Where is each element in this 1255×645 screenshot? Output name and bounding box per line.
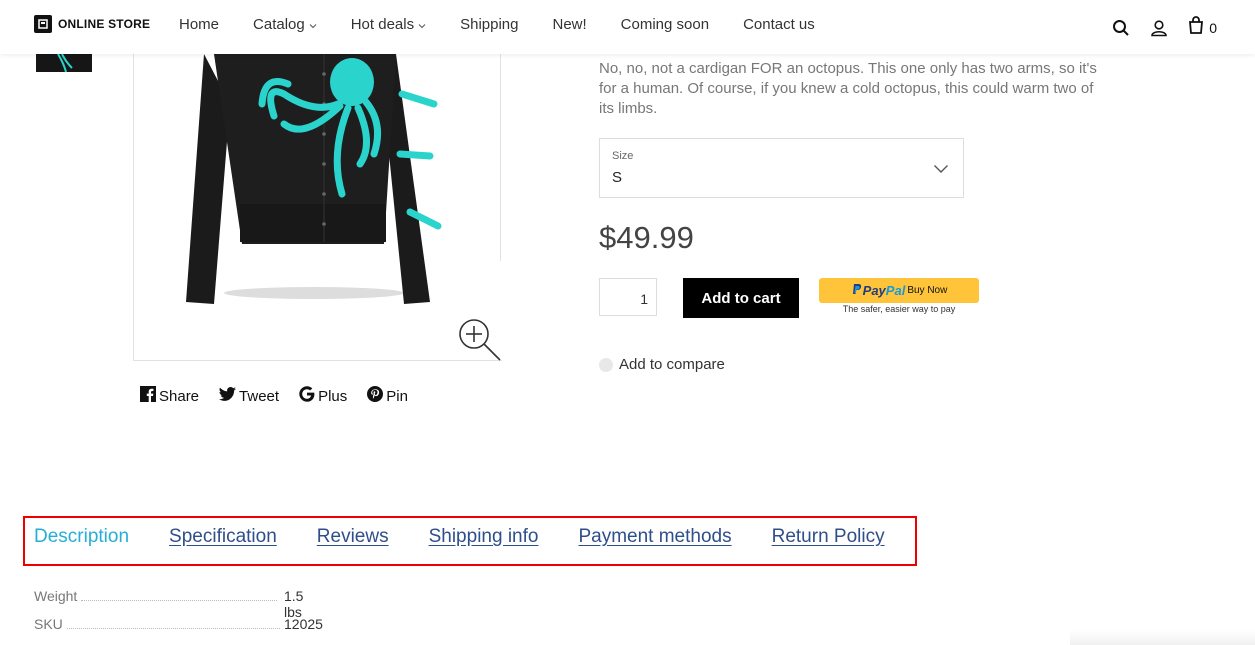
site-header: ONLINE STORE Home Catalog Hot deals Ship… <box>0 0 1255 54</box>
add-to-cart-button[interactable]: Add to cart <box>683 278 799 318</box>
product-tabs: Description Specification Reviews Shippi… <box>34 526 925 548</box>
share-label: Pin <box>386 387 408 405</box>
nav-label: Shipping <box>460 16 519 33</box>
share-label: Plus <box>318 387 348 405</box>
share-label: Tweet <box>239 387 280 405</box>
nav-label: Hot deals <box>350 16 415 33</box>
compare-icon <box>599 357 613 372</box>
google-icon <box>299 386 318 406</box>
share-label: Share <box>159 387 200 405</box>
size-value: S <box>612 169 623 186</box>
header-actions: 0 <box>1092 16 1217 39</box>
account-icon[interactable] <box>1150 19 1168 37</box>
size-label: Size <box>612 150 634 162</box>
product-price: $49.99 <box>599 220 694 255</box>
paypal-brand-pal: Pal <box>885 283 906 298</box>
page-shadow <box>1070 630 1255 645</box>
zoom-in-icon[interactable] <box>456 316 502 367</box>
spec-row-sku: SKU 12025 <box>34 616 324 632</box>
chevron-down-icon <box>309 16 317 33</box>
nav-label: Home <box>179 16 220 33</box>
tab-specification[interactable]: Specification <box>169 526 277 548</box>
nav-label: Catalog <box>253 16 305 33</box>
compare-label: Add to compare <box>619 356 725 373</box>
tab-reviews[interactable]: Reviews <box>317 526 389 548</box>
facebook-icon <box>140 386 159 406</box>
add-to-compare-button[interactable]: Add to compare <box>599 356 725 373</box>
paypal-logo-icon <box>851 283 863 298</box>
cart-button[interactable]: 0 <box>1188 16 1217 39</box>
spec-row-weight: Weight 1.5 lbs <box>34 588 324 620</box>
main-nav: Home Catalog Hot deals Shipping New! Com… <box>179 16 849 33</box>
tab-shipping-info[interactable]: Shipping info <box>429 526 539 548</box>
tab-description[interactable]: Description <box>34 526 129 548</box>
nav-new[interactable]: New! <box>552 16 586 33</box>
logo-icon <box>34 15 52 33</box>
share-google-button[interactable]: Plus <box>299 386 347 406</box>
nav-hot-deals[interactable]: Hot deals <box>351 16 426 33</box>
nav-coming-soon[interactable]: Coming soon <box>621 16 709 33</box>
nav-home[interactable]: Home <box>179 16 219 33</box>
share-facebook-button[interactable]: Share <box>140 386 199 406</box>
logo-text: ONLINE STORE <box>58 17 151 31</box>
cart-icon <box>1188 16 1204 39</box>
paypal-tagline: The safer, easier way to pay <box>842 304 956 314</box>
search-icon[interactable] <box>1112 19 1130 37</box>
spec-dots <box>81 599 278 601</box>
twitter-icon <box>219 387 239 405</box>
image-border <box>500 44 501 261</box>
tab-payment-methods[interactable]: Payment methods <box>578 526 731 548</box>
cart-count: 0 <box>1209 19 1217 36</box>
chevron-down-icon <box>933 161 949 179</box>
share-pinterest-button[interactable]: Pin <box>367 386 408 406</box>
spec-value: 12025 <box>284 616 323 632</box>
store-logo[interactable]: ONLINE STORE <box>34 15 150 33</box>
size-select[interactable]: Size S <box>599 138 964 198</box>
product-image[interactable] <box>133 44 502 361</box>
share-twitter-button[interactable]: Tweet <box>219 386 279 406</box>
paypal-button-text: Buy Now <box>907 285 948 296</box>
quantity-input[interactable]: 1 <box>599 278 657 316</box>
nav-label: New! <box>552 16 587 33</box>
nav-label: Coming soon <box>620 16 710 33</box>
paypal-buy-now-button[interactable]: PayPal Buy Now <box>819 278 979 303</box>
tab-return-policy[interactable]: Return Policy <box>772 526 885 548</box>
spec-name: SKU <box>34 616 63 632</box>
share-bar: Share Tweet Plus Pin <box>140 386 428 406</box>
product-thumbnail[interactable] <box>36 54 92 72</box>
paypal-brand: PayPal <box>863 283 906 298</box>
nav-label: Contact us <box>743 16 815 33</box>
product-description: No, no, not a cardigan FOR an octopus. T… <box>599 60 1097 117</box>
pinterest-icon <box>367 386 386 406</box>
nav-contact-us[interactable]: Contact us <box>743 16 815 33</box>
nav-shipping[interactable]: Shipping <box>460 16 518 33</box>
nav-catalog[interactable]: Catalog <box>253 16 317 33</box>
paypal-brand-pay: Pay <box>862 283 886 298</box>
spec-name: Weight <box>34 588 78 604</box>
spec-dots <box>66 627 280 629</box>
chevron-down-icon <box>418 16 426 33</box>
